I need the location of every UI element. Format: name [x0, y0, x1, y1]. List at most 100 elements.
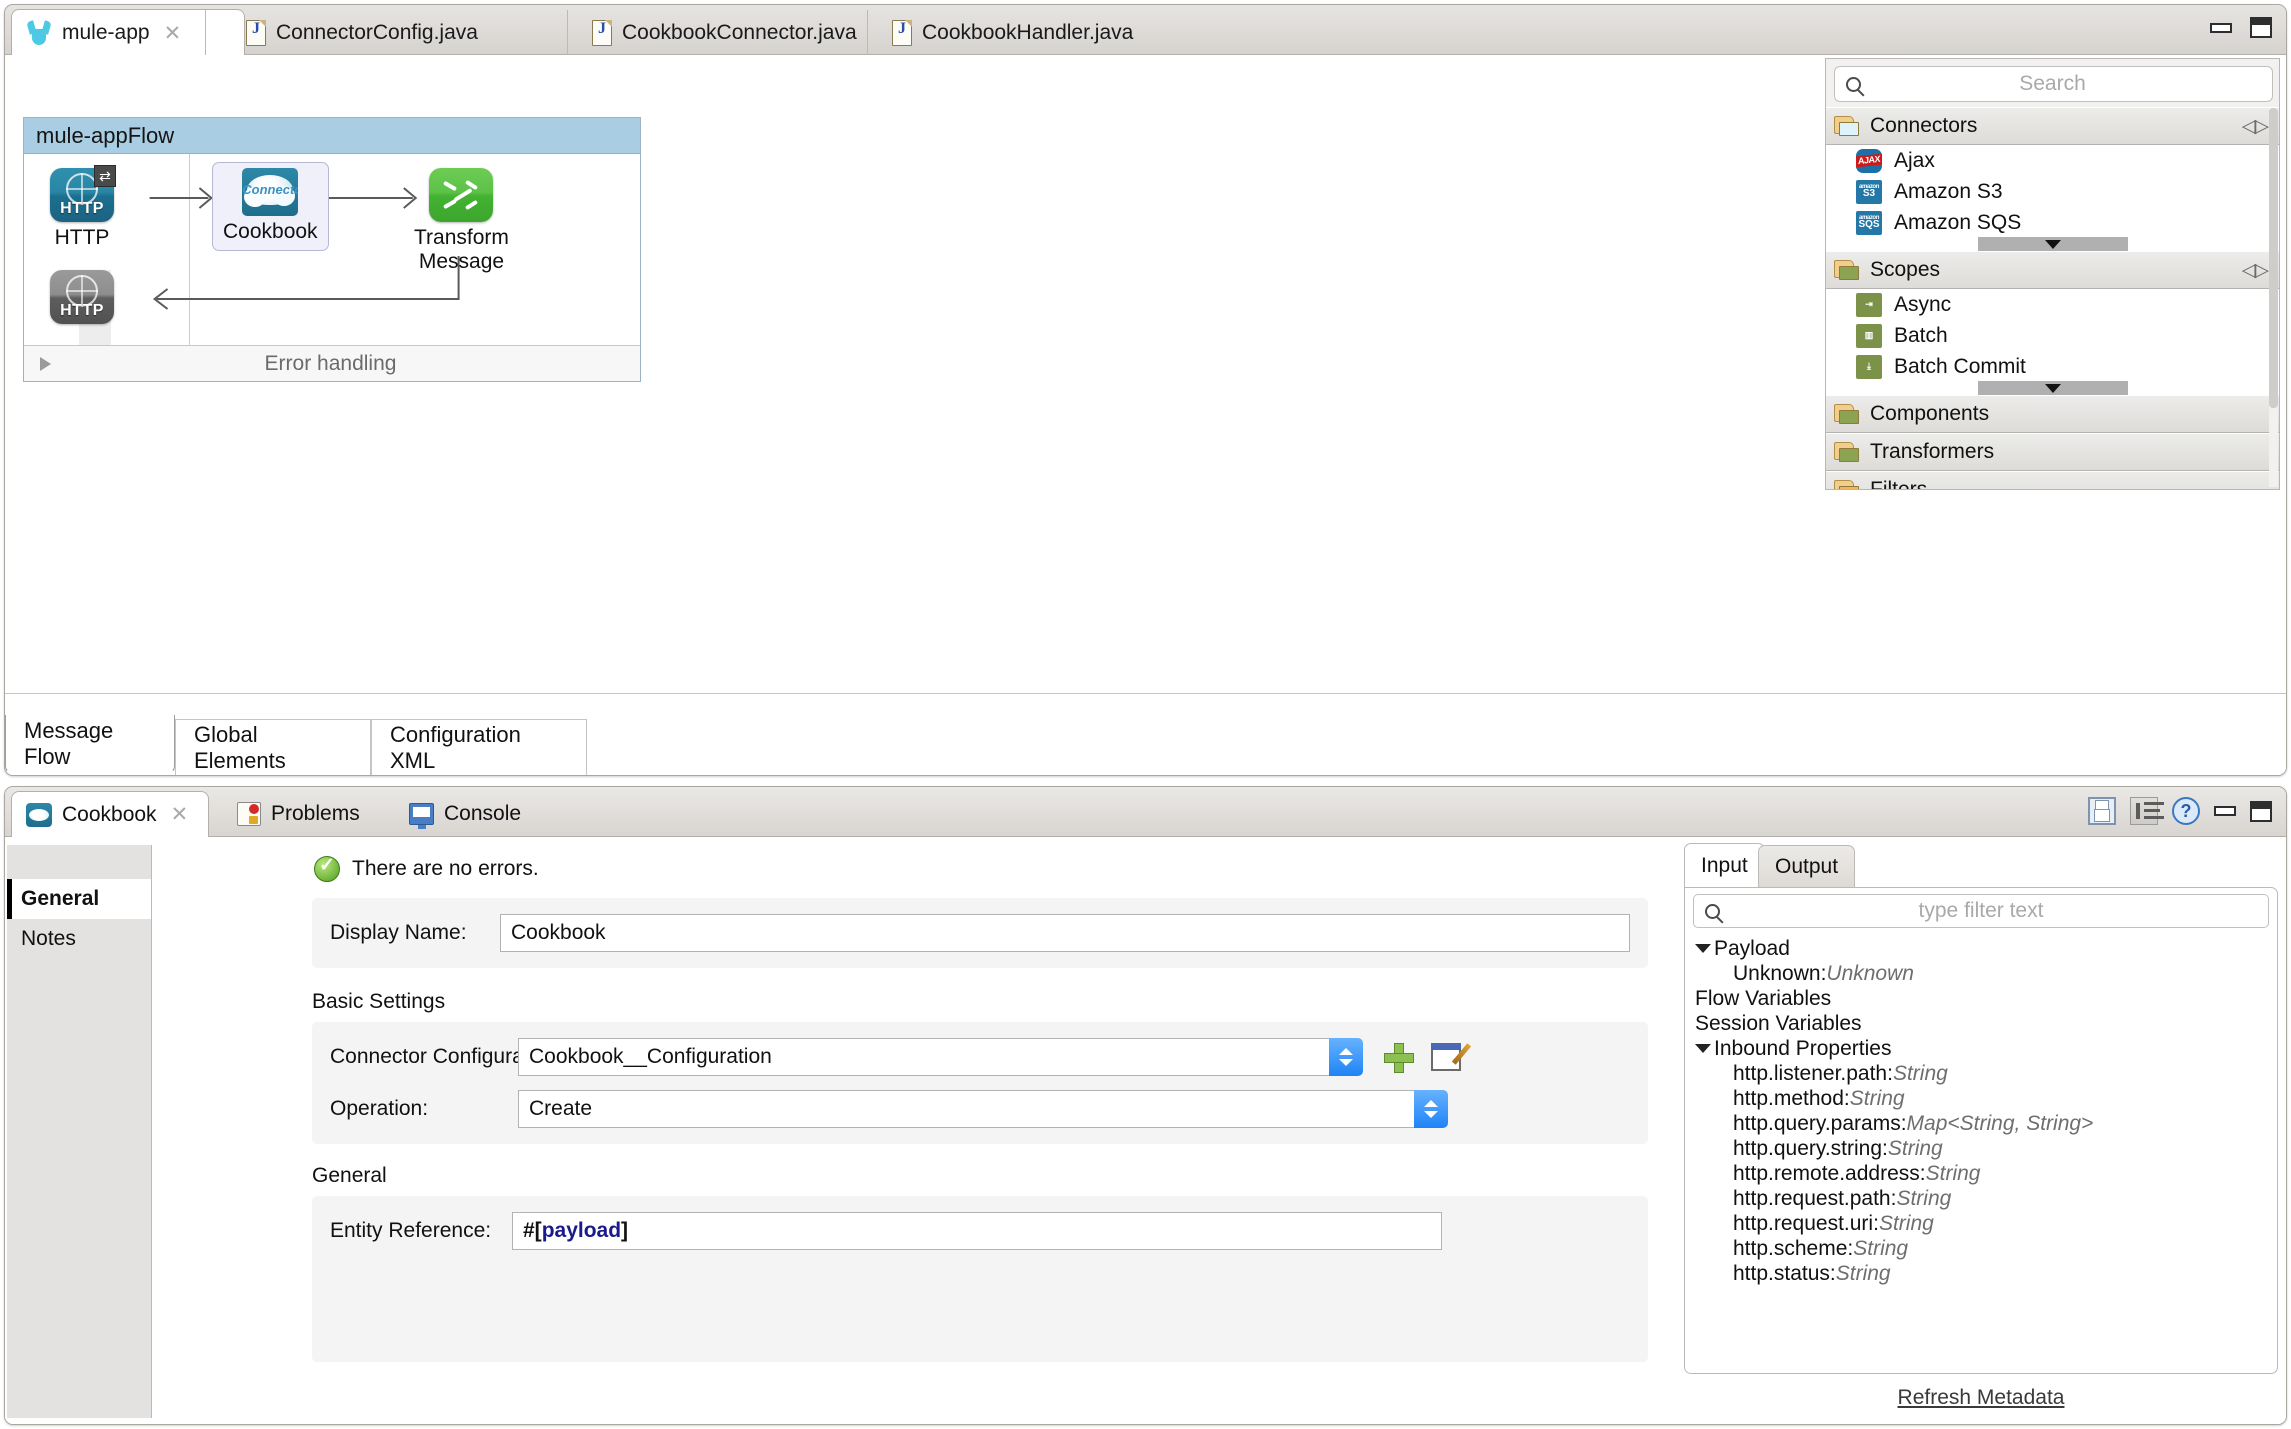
metadata-tab-output[interactable]: Output	[1758, 845, 1856, 887]
display-name-input[interactable]: Cookbook	[500, 914, 1630, 952]
metadata-tree-row[interactable]: http.scheme : String	[1685, 1236, 2277, 1261]
entity-reference-input[interactable]: #[payload]	[512, 1212, 1442, 1250]
tab-label: Global Elements	[194, 721, 286, 773]
palette-scrollbar-thumb[interactable]	[2269, 108, 2278, 408]
palette-group-components[interactable]: Components	[1826, 395, 2279, 433]
palette-scroll-down-scopes[interactable]	[1977, 381, 2128, 395]
collapse-icon[interactable]: ◁▷	[2242, 115, 2269, 138]
tree-node-type: String	[1835, 1262, 1891, 1285]
chevron-updown-icon[interactable]	[1329, 1038, 1363, 1076]
metadata-tree-row[interactable]: http.status : String	[1685, 1261, 2277, 1286]
chevron-down-icon[interactable]	[1695, 1044, 1711, 1053]
palette-item-async[interactable]: ⇥ Async	[1826, 289, 2279, 320]
maximize-icon[interactable]	[2250, 800, 2272, 822]
connector-configuration-value[interactable]: Cookbook__Configuration	[518, 1038, 1329, 1076]
metadata-tab-input[interactable]: Input	[1684, 843, 1765, 887]
side-tab-notes[interactable]: Notes	[7, 919, 151, 959]
metadata-tree[interactable]: Payload Unknown : Unknown Flow Variables Se…	[1685, 928, 2277, 1286]
properties-side-tabs: General Notes	[7, 845, 152, 1418]
metadata-tree-row[interactable]: http.request.path : String	[1685, 1186, 2277, 1211]
metadata-filter-placeholder: type filter text	[1918, 899, 2044, 922]
palette-item-amazon-sqs[interactable]: amazon SQS Amazon SQS	[1826, 207, 2279, 238]
tab-message-flow[interactable]: Message Flow	[5, 715, 175, 775]
side-tab-label: General	[21, 887, 100, 910]
minimize-icon[interactable]	[2214, 806, 2236, 816]
plus-icon[interactable]	[1383, 1042, 1414, 1073]
palette-group-transformers[interactable]: Transformers	[1826, 433, 2279, 471]
properties-tab-label: Problems	[271, 802, 360, 825]
editor-tab-cookbookhandler[interactable]: CookbookHandler.java	[867, 10, 1149, 55]
palette-search-field[interactable]: Search	[1834, 66, 2273, 102]
collapse-icon[interactable]: ◁▷	[2242, 259, 2269, 282]
metadata-tree-row[interactable]: http.request.uri : String	[1685, 1211, 2277, 1236]
chevron-updown-icon[interactable]	[1414, 1090, 1448, 1128]
edit-icon[interactable]	[1431, 1043, 1461, 1071]
properties-tab-cookbook[interactable]: Cookbook ✕	[11, 791, 209, 837]
palette-item-label: Batch	[1894, 323, 1948, 347]
palette-items-scopes: ⇥ Async ▥ Batch ⤓ Batch Commit	[1826, 289, 2279, 395]
palette-group-label: Connectors	[1870, 114, 1978, 137]
metadata-tree-row[interactable]: Session Variables	[1685, 1011, 2277, 1036]
tree-node-type: Unknown	[1826, 962, 1914, 985]
metadata-tree-row[interactable]: Unknown : Unknown	[1685, 961, 2277, 986]
palette-scroll-area[interactable]: Connectors ◁▷ AJAX Ajax amazon S3 Amazon …	[1826, 107, 2279, 489]
properties-tab-problems[interactable]: Problems	[223, 791, 374, 837]
problems-icon	[237, 802, 261, 826]
metadata-tree-row[interactable]: Inbound Properties	[1685, 1036, 2277, 1061]
close-icon[interactable]: ✕	[164, 23, 182, 44]
flow-node-transform-message[interactable]: Transform Message	[414, 168, 509, 273]
metadata-tree-row[interactable]: Payload	[1685, 936, 2277, 961]
metadata-tree-row[interactable]: Flow Variables	[1685, 986, 2277, 1011]
palette-group-connectors[interactable]: Connectors ◁▷	[1826, 107, 2279, 145]
error-handling-bar[interactable]: Error handling	[24, 345, 640, 381]
flow-connectors	[149, 187, 460, 310]
metadata-tab-label: Input	[1701, 853, 1748, 877]
maximize-icon[interactable]	[2250, 17, 2272, 38]
entity-reference-label: Entity Reference:	[330, 1219, 492, 1242]
palette-item-batch[interactable]: ▥ Batch	[1826, 320, 2279, 351]
tree-node-label: http.remote.address	[1733, 1162, 1920, 1185]
metadata-tree-row[interactable]: http.remote.address : String	[1685, 1161, 2277, 1186]
help-icon[interactable]: ?	[2172, 797, 2200, 825]
editor-bottom-tabs: Message Flow Global Elements Configurati…	[5, 693, 2286, 775]
side-tab-general[interactable]: General	[7, 879, 151, 919]
close-icon[interactable]: ✕	[171, 804, 189, 825]
connector-configuration-combo[interactable]: Cookbook__Configuration	[518, 1038, 1363, 1076]
metadata-tree-row[interactable]: http.query.string : String	[1685, 1136, 2277, 1161]
palette-item-amazon-s3[interactable]: amazon S3 Amazon S3	[1826, 176, 2279, 207]
editor-tab-cookbookconnector[interactable]: CookbookConnector.java	[567, 10, 873, 55]
expand-triangle-icon[interactable]	[40, 356, 51, 371]
operation-combo[interactable]: Create	[518, 1090, 1448, 1128]
palette-item-batch-commit[interactable]: ⤓ Batch Commit	[1826, 351, 2279, 382]
refresh-metadata-link[interactable]: Refresh Metadata	[1684, 1386, 2278, 1410]
editor-tab-connectorconfig[interactable]: ConnectorConfig.java	[205, 10, 494, 55]
palette-scrollbar[interactable]	[2269, 108, 2278, 487]
flow-container[interactable]: mule-appFlow HTTP ⇄ HTTP Connect Cookboo…	[23, 117, 641, 382]
palette-item-ajax[interactable]: AJAX Ajax	[1826, 145, 2279, 176]
flow-node-cookbook[interactable]: Connector Cookbook	[212, 162, 329, 251]
chevron-down-icon[interactable]	[1695, 944, 1711, 953]
outline-tree-icon[interactable]	[2130, 797, 2164, 825]
flow-node-http-listener[interactable]: HTTP ⇄ HTTP	[50, 165, 116, 250]
save-icon[interactable]	[2088, 797, 2116, 825]
folder-icon	[1834, 441, 1860, 463]
palette-scroll-down-connectors[interactable]	[1977, 237, 2128, 251]
folder-icon	[1834, 479, 1860, 489]
tree-node-type: String	[1878, 1212, 1934, 1235]
mule-palette[interactable]: Search Connectors ◁▷ AJAX Ajax amazon S3 …	[1825, 58, 2280, 490]
palette-group-scopes[interactable]: Scopes ◁▷	[1826, 251, 2279, 289]
minimize-icon[interactable]	[2210, 22, 2232, 33]
tab-global-elements[interactable]: Global Elements	[175, 719, 371, 775]
properties-tab-console[interactable]: Console	[395, 791, 535, 837]
java-file-icon	[246, 19, 266, 46]
operation-value[interactable]: Create	[518, 1090, 1414, 1128]
tab-configuration-xml[interactable]: Configuration XML	[371, 719, 587, 775]
flow-node-http-response[interactable]: HTTP	[50, 270, 114, 324]
metadata-tree-row[interactable]: http.listener.path : String	[1685, 1061, 2277, 1086]
tree-node-type: String	[1849, 1087, 1905, 1110]
success-icon	[314, 854, 340, 882]
metadata-tree-row[interactable]: http.query.params : Map<String, String>	[1685, 1111, 2277, 1136]
metadata-filter-field[interactable]: type filter text	[1693, 894, 2269, 928]
palette-group-filters[interactable]: Filters	[1826, 471, 2279, 489]
metadata-tree-row[interactable]: http.method : String	[1685, 1086, 2277, 1111]
